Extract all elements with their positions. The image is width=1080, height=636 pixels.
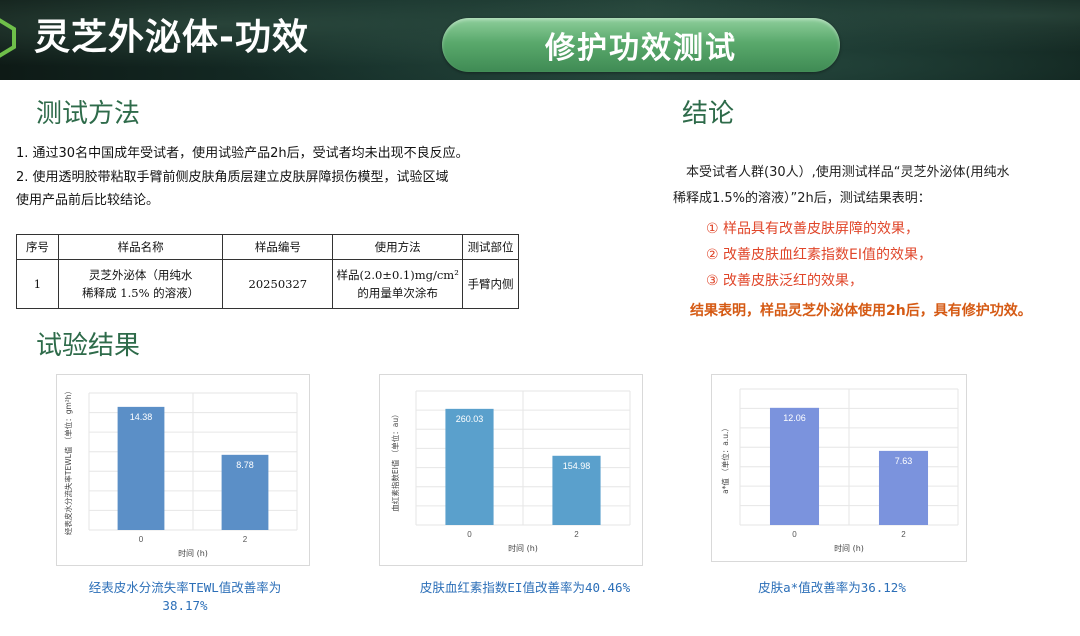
conclusion-line-1: 本受试者人群(30人）,使用测试样品“灵芝外泌体(用纯水 xyxy=(686,165,1010,180)
chart-caption-tewl-line-1: 经表皮水分流失率TEWL值改善率为 xyxy=(88,580,282,595)
table-header-cell: 测试部位 xyxy=(462,234,519,260)
bar xyxy=(117,406,165,530)
x-tick-label: 0 xyxy=(467,530,472,539)
data-label: 154.98 xyxy=(563,461,591,471)
chart-a-value: 12.06 0 7.63 2 时间 (h) a*值 （单位：a.u.） xyxy=(711,374,967,562)
x-axis-label: 时间 (h) xyxy=(508,543,538,553)
method-line-2: 2. 使用透明胶带粘取手臂前侧皮肤角质层建立皮肤屏障损伤模型，试验区域 xyxy=(16,170,449,185)
y-axis-label: 血红素指数EI值 （单位：au） xyxy=(390,410,400,511)
section-badge-label: 修护功效测试 xyxy=(545,31,737,66)
table-header-row: 序号 样品名称 样品编号 使用方法 测试部位 xyxy=(16,234,519,260)
chart-tewl: 14.38 0 8.78 2 时间 (h) 经表皮水分流失率TEWL值 （单位：gm²h） xyxy=(56,374,310,566)
hexagon-icon xyxy=(0,18,16,58)
data-label: 7.63 xyxy=(895,456,913,466)
data-label: 12.06 xyxy=(783,413,806,423)
table-cell-code: 20250327 xyxy=(222,259,334,309)
table-row: 1 灵芝外泌体（用纯水 稀释成 1.5% 的溶液） 20250327 样品(2.… xyxy=(16,259,519,309)
header-banner: 灵芝外泌体-功效 修护功效测试 xyxy=(0,0,1080,80)
table-cell-site: 手臂内侧 xyxy=(462,259,519,309)
chart-ei-plot: 260.03 0 154.98 2 时间 (h) 血红素指数EI值 （单位：au） xyxy=(390,390,631,553)
conclusion-item-1: ① 样品具有改善皮肤屏障的效果， xyxy=(706,221,920,237)
chart-caption-a-value: 皮肤a*值改善率为36.12% xyxy=(758,580,906,595)
conclusion-item-2: ② 改善皮肤血红素指数EI值的效果， xyxy=(706,247,932,263)
chart-caption-tewl: 经表皮水分流失率TEWL值改善率为 38.17% xyxy=(60,579,310,615)
bar xyxy=(769,407,820,525)
conclusion-summary: 结果表明，样品灵芝外泌体使用2h后，具有修护功效。 xyxy=(690,303,1032,319)
chart-caption-tewl-line-2: 38.17% xyxy=(162,598,208,613)
section-badge: 修护功效测试 xyxy=(442,18,840,72)
method-line-1: 1. 通过30名中国成年受试者，使用试验产品2h后，受试者均未出现不良反应。 xyxy=(16,146,469,161)
x-tick-label: 2 xyxy=(574,530,579,539)
sample-name-line-1: 灵芝外泌体（用纯水 xyxy=(88,268,193,282)
table-header-cell: 序号 xyxy=(16,234,59,260)
y-axis-label: a*值 （单位：a.u.） xyxy=(720,424,730,494)
conclusion-heading: 结论 xyxy=(682,99,735,129)
x-tick-label: 2 xyxy=(243,535,248,544)
chart-ei: 260.03 0 154.98 2 时间 (h) 血红素指数EI值 （单位：au） xyxy=(379,374,643,566)
usage-line-2: 的用量单次涂布 xyxy=(357,286,438,300)
table-cell-no: 1 xyxy=(16,259,59,309)
x-axis-label: 时间 (h) xyxy=(834,543,864,553)
chart-caption-ei: 皮肤血红素指数EI值改善率为40.46% xyxy=(419,580,631,595)
table-header-cell: 使用方法 xyxy=(332,234,464,260)
table-cell-name: 灵芝外泌体（用纯水 稀释成 1.5% 的溶液） xyxy=(57,259,224,309)
chart-tewl-plot: 14.38 0 8.78 2 时间 (h) 经表皮水分流失率TEWL值 （单位：gm²h） xyxy=(63,387,298,558)
x-axis-label: 时间 (h) xyxy=(178,548,208,558)
usage-line-1: 样品(2.0±0.1)mg/cm² xyxy=(336,268,459,282)
data-label: 14.38 xyxy=(130,412,153,422)
x-tick-label: 0 xyxy=(792,530,797,539)
table-cell-method: 样品(2.0±0.1)mg/cm² 的用量单次涂布 xyxy=(332,259,464,309)
conclusion-line-2: 稀释成1.5%的溶液）”2h后，测试结果表明： xyxy=(673,191,931,206)
y-axis-label: 经表皮水分流失率TEWL值 （单位：gm²h） xyxy=(63,387,73,535)
x-tick-label: 0 xyxy=(139,535,144,544)
table-header-cell: 样品编号 xyxy=(222,234,334,260)
conclusion-item-3: ③ 改善皮肤泛红的效果， xyxy=(706,273,864,289)
method-line-3: 使用产品前后比较结论。 xyxy=(16,193,160,208)
x-tick-label: 2 xyxy=(901,530,906,539)
data-label: 260.03 xyxy=(456,414,484,424)
sample-table: 序号 样品名称 样品编号 使用方法 测试部位 1 灵芝外泌体（用纯水 稀释成 1… xyxy=(16,234,519,309)
bar xyxy=(445,408,494,525)
sample-name-line-2: 稀释成 1.5% 的溶液） xyxy=(82,286,200,300)
results-heading: 试验结果 xyxy=(36,331,141,361)
table-header-cell: 样品名称 xyxy=(57,234,224,260)
method-heading: 测试方法 xyxy=(36,99,141,129)
page-title: 灵芝外泌体-功效 xyxy=(34,17,309,58)
chart-a-value-plot: 12.06 0 7.63 2 时间 (h) a*值 （单位：a.u.） xyxy=(720,388,959,553)
data-label: 8.78 xyxy=(236,460,254,470)
